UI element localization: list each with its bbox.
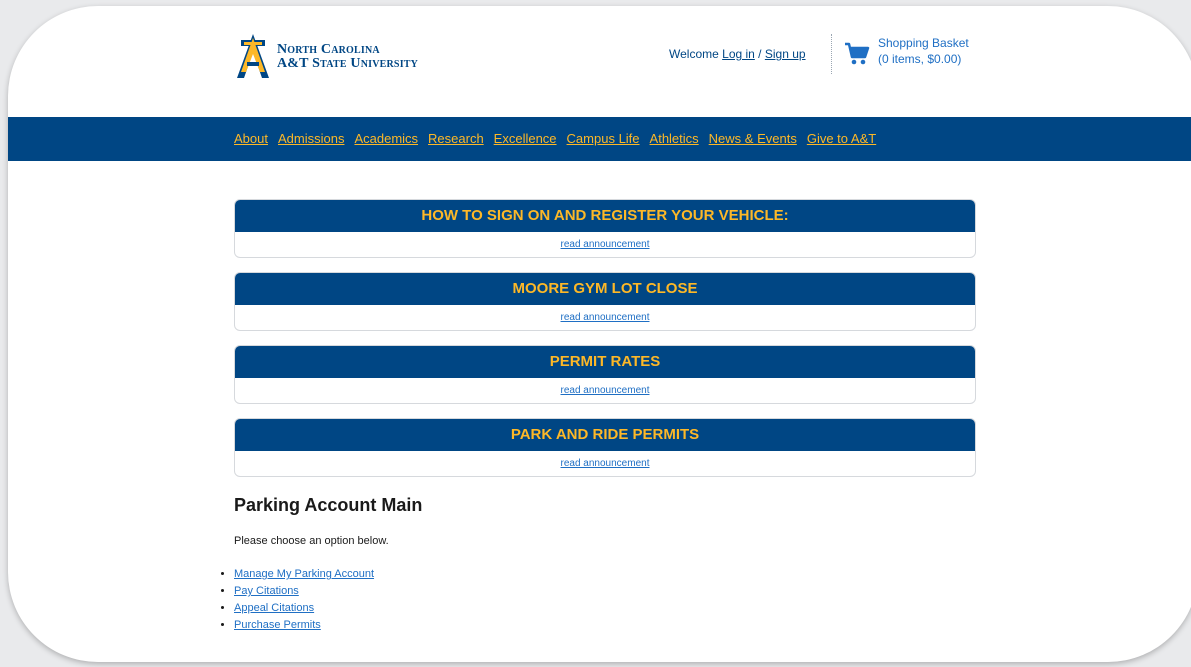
university-name-line1: North Carolina [277, 42, 380, 57]
nav-excellence[interactable]: Excellence [494, 130, 557, 148]
university-name-line2: A&T State University [277, 56, 419, 71]
announcement-title: PARK AND RIDE PERMITS [235, 419, 975, 451]
announcement-title: PERMIT RATES [235, 346, 975, 378]
nav-give-to-at[interactable]: Give to A&T [807, 130, 876, 148]
shopping-basket[interactable]: Shopping Basket (0 items, $0.00) [844, 35, 969, 67]
nav-news-events[interactable]: News & Events [709, 130, 797, 148]
parking-options-list: Manage My Parking Account Pay Citations … [222, 566, 374, 634]
manage-parking-account-link[interactable]: Manage My Parking Account [234, 568, 374, 580]
announcement-link-row: read announcement [235, 378, 975, 403]
page-intro: Please choose an option below. [234, 535, 389, 547]
main-navigation-bar: About Admissions Academics Research Exce… [8, 117, 1191, 161]
aggie-logo-icon [237, 34, 269, 78]
cart-title[interactable]: Shopping Basket [878, 35, 969, 51]
appeal-citations-link[interactable]: Appeal Citations [234, 602, 314, 614]
welcome-bar: Welcome Log in / Sign up [669, 46, 806, 62]
announcement-card: MOORE GYM LOT CLOSE read announcement [234, 272, 976, 331]
university-name: North Carolina A&T State University [277, 43, 418, 71]
page-title: Parking Account Main [234, 495, 423, 515]
header-divider [831, 34, 833, 74]
cart-text[interactable]: Shopping Basket (0 items, $0.00) [878, 35, 969, 67]
read-announcement-link[interactable]: read announcement [561, 385, 650, 396]
nav-academics[interactable]: Academics [354, 130, 418, 148]
pay-citations-link[interactable]: Pay Citations [234, 585, 299, 597]
list-item: Appeal Citations [234, 600, 374, 617]
cart-summary[interactable]: (0 items, $0.00) [878, 51, 969, 67]
announcement-link-row: read announcement [235, 305, 975, 330]
nav-about[interactable]: About [234, 130, 268, 148]
read-announcement-link[interactable]: read announcement [561, 312, 650, 323]
announcement-title: MOORE GYM LOT CLOSE [235, 273, 975, 305]
welcome-text: Welcome [669, 47, 723, 61]
main-navigation: About Admissions Academics Research Exce… [234, 130, 876, 148]
list-item: Pay Citations [234, 583, 374, 600]
signup-link[interactable]: Sign up [765, 47, 806, 61]
site-header: North Carolina A&T State University Welc… [8, 6, 1191, 117]
nav-admissions[interactable]: Admissions [278, 130, 344, 148]
read-announcement-link[interactable]: read announcement [561, 458, 650, 469]
nav-athletics[interactable]: Athletics [650, 130, 699, 148]
announcement-card: PARK AND RIDE PERMITS read announcement [234, 418, 976, 477]
browser-frame: North Carolina A&T State University Welc… [8, 6, 1191, 662]
nav-campus-life[interactable]: Campus Life [567, 130, 640, 148]
announcement-title: HOW TO SIGN ON AND REGISTER YOUR VEHICLE… [235, 200, 975, 232]
announcement-card: HOW TO SIGN ON AND REGISTER YOUR VEHICLE… [234, 199, 976, 258]
list-item: Purchase Permits [234, 617, 374, 634]
login-signup-separator: / [754, 47, 765, 61]
login-link[interactable]: Log in [722, 47, 755, 61]
purchase-permits-link[interactable]: Purchase Permits [234, 619, 321, 631]
read-announcement-link[interactable]: read announcement [561, 239, 650, 250]
university-logo[interactable]: North Carolina A&T State University [235, 32, 418, 82]
list-item: Manage My Parking Account [234, 566, 374, 583]
announcement-link-row: read announcement [235, 232, 975, 257]
announcements-list: HOW TO SIGN ON AND REGISTER YOUR VEHICLE… [234, 199, 976, 491]
announcement-link-row: read announcement [235, 451, 975, 476]
announcement-card: PERMIT RATES read announcement [234, 345, 976, 404]
nav-research[interactable]: Research [428, 130, 484, 148]
shopping-cart-icon[interactable] [844, 41, 870, 67]
